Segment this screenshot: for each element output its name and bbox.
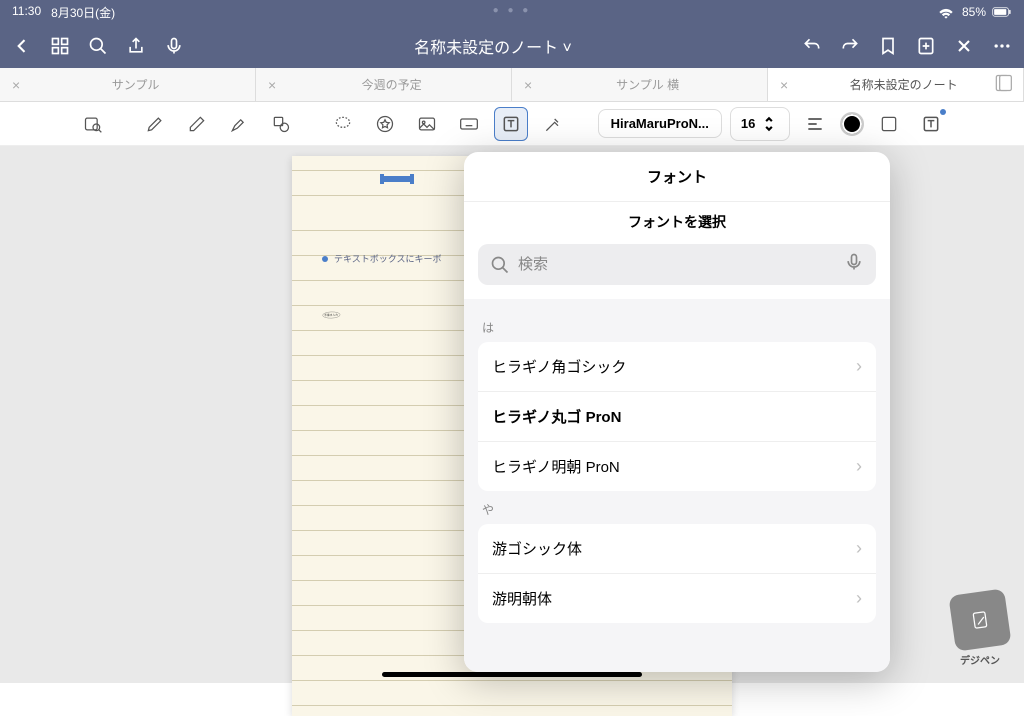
font-row-yu-gothic[interactable]: 游ゴシック体›: [478, 524, 876, 574]
status-date: 8月30日(金): [51, 4, 115, 21]
add-page-icon[interactable]: [916, 36, 936, 56]
zoom-tool[interactable]: [76, 107, 110, 141]
text-box-tool[interactable]: [914, 107, 948, 141]
image-tool[interactable]: [410, 107, 444, 141]
text-tool[interactable]: [494, 107, 528, 141]
search-icon: [490, 255, 510, 275]
document-title[interactable]: 名称未設定のノート ˅: [184, 34, 802, 58]
toolbar: HiraMaruProN... 16: [0, 102, 1024, 146]
tab-close-icon[interactable]: ×: [524, 77, 532, 93]
tab-close-icon[interactable]: ×: [780, 77, 788, 93]
sticker-tool[interactable]: [368, 107, 402, 141]
font-popover: フォント フォントを選択 は ヒラギノ角ゴシック› ヒラギノ丸ゴ ProN ヒラ…: [464, 152, 890, 672]
font-row-hiragino-maru[interactable]: ヒラギノ丸ゴ ProN: [478, 392, 876, 442]
popover-title: フォント: [464, 152, 890, 201]
font-list[interactable]: は ヒラギノ角ゴシック› ヒラギノ丸ゴ ProN ヒラギノ明朝 ProN› や …: [464, 299, 890, 672]
color-picker[interactable]: [840, 112, 864, 136]
font-row-yu-mincho[interactable]: 游明朝体›: [478, 574, 876, 623]
battery-icon: [992, 2, 1012, 22]
selection-handle-icon[interactable]: [322, 256, 328, 262]
grid-icon[interactable]: [50, 36, 70, 56]
keyboard-tool[interactable]: [452, 107, 486, 141]
chevron-right-icon: ›: [856, 356, 862, 377]
tabs-bar: ×サンプル ×今週の予定 ×サンプル 横 ×名称未設定のノート: [0, 68, 1024, 102]
tab-schedule[interactable]: ×今週の予定: [256, 68, 512, 101]
home-indicator[interactable]: [382, 672, 642, 677]
wifi-icon: [936, 2, 956, 22]
laser-tool[interactable]: [536, 107, 570, 141]
close-icon[interactable]: [954, 36, 974, 56]
watermark-label: デジペン: [952, 652, 1008, 667]
watermark: デジペン: [952, 592, 1008, 667]
back-icon[interactable]: [12, 36, 32, 56]
box-style-tool[interactable]: [872, 107, 906, 141]
section-header-ya: や: [478, 491, 876, 524]
battery-percent: 85%: [962, 5, 986, 19]
popover-subtitle: フォントを選択: [464, 201, 890, 244]
handwriting-stroke: 手書き入力: [322, 305, 343, 326]
align-tool[interactable]: [798, 107, 832, 141]
tab-untitled[interactable]: ×名称未設定のノート: [768, 68, 1024, 101]
tab-sample-h[interactable]: ×サンプル 横: [512, 68, 768, 101]
chevron-right-icon: ›: [856, 456, 862, 477]
highlighter-tool[interactable]: [222, 107, 256, 141]
tab-close-icon[interactable]: ×: [12, 77, 20, 93]
redo-icon[interactable]: [840, 36, 860, 56]
pen-tool[interactable]: [138, 107, 172, 141]
chevron-right-icon: ›: [856, 588, 862, 609]
more-icon[interactable]: [992, 36, 1012, 56]
section-header-ha: は: [478, 309, 876, 342]
search-input[interactable]: [518, 256, 836, 273]
tab-sample[interactable]: ×サンプル: [0, 68, 256, 101]
font-size-button[interactable]: 16: [730, 107, 790, 141]
watermark-icon: [948, 588, 1011, 651]
mic-icon[interactable]: [164, 36, 184, 56]
tab-close-icon[interactable]: ×: [268, 77, 276, 93]
status-time: 11:30: [12, 4, 41, 21]
font-row-hiragino-mincho[interactable]: ヒラギノ明朝 ProN›: [478, 442, 876, 491]
page-icon[interactable]: [993, 73, 1013, 96]
font-name-button[interactable]: HiraMaruProN...: [598, 109, 722, 138]
svg-text:手書き入力: 手書き入力: [324, 313, 338, 317]
undo-icon[interactable]: [802, 36, 822, 56]
mic-icon[interactable]: [844, 252, 864, 277]
search-icon[interactable]: [88, 36, 108, 56]
chevron-right-icon: ›: [856, 538, 862, 559]
drag-indicator: ● ● ●: [493, 5, 532, 16]
nav-bar: 名称未設定のノート ˅: [0, 24, 1024, 68]
textbox-resize-handle[interactable]: [382, 176, 412, 182]
bookmark-icon[interactable]: [878, 36, 898, 56]
lasso-tool[interactable]: [326, 107, 360, 141]
search-box[interactable]: [478, 244, 876, 285]
shape-tool[interactable]: [264, 107, 298, 141]
eraser-tool[interactable]: [180, 107, 214, 141]
share-icon[interactable]: [126, 36, 146, 56]
font-row-hiragino-kaku[interactable]: ヒラギノ角ゴシック›: [478, 342, 876, 392]
